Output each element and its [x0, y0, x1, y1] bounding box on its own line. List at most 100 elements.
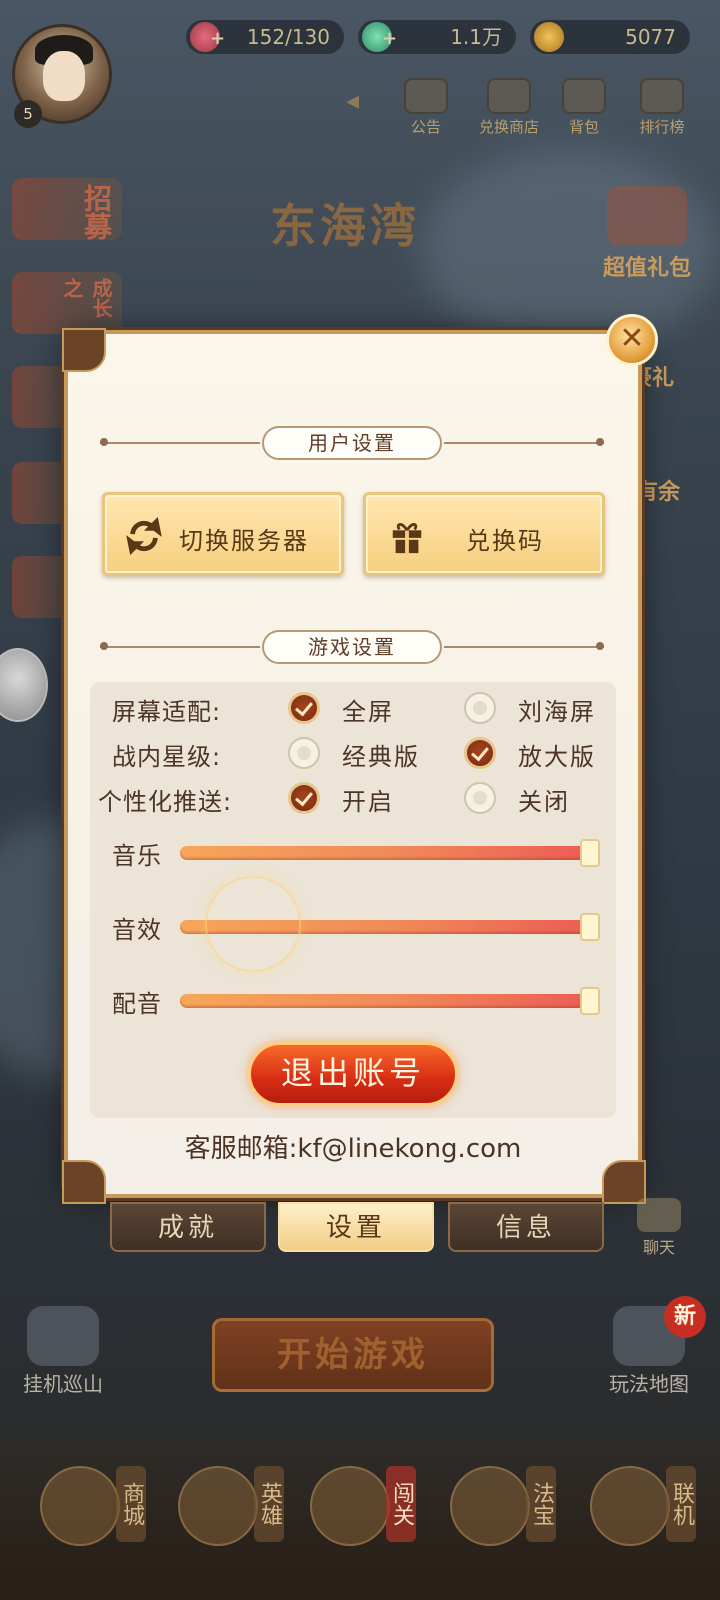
topnav-notice[interactable]: 公告 — [394, 78, 458, 137]
tab-settings[interactable]: 设置 — [278, 1202, 434, 1252]
sfx-label: 音效 — [112, 916, 162, 944]
topnav-label: 公告 — [410, 118, 441, 136]
surplus-label: 有余 — [636, 480, 681, 505]
growth-label: 成长之 — [60, 278, 113, 318]
music-slider[interactable] — [180, 839, 600, 867]
push-off-checkbox[interactable] — [464, 782, 496, 814]
new-badge: 新 — [664, 1296, 706, 1338]
topnav-ranking[interactable]: 排行榜 — [630, 78, 694, 137]
multiplayer-icon — [590, 1466, 670, 1546]
classic-version-label: 经典版 — [342, 743, 420, 771]
ranking-icon — [640, 78, 684, 114]
divider-dot — [596, 438, 604, 446]
topnav-backpack[interactable]: 背包 — [552, 78, 616, 137]
user-settings-header: 用户设置 — [100, 426, 604, 460]
value-pack-button[interactable]: 超值礼包 — [592, 186, 702, 282]
hero-icon — [178, 1466, 258, 1546]
stamina-value: 152/130 — [246, 25, 330, 49]
fullscreen-checkbox[interactable] — [288, 692, 320, 724]
growth-button[interactable]: 成长之 — [12, 272, 122, 334]
nav-heroes[interactable]: 英雄 — [168, 1460, 288, 1560]
divider — [444, 646, 604, 648]
panel-corner-ornament — [62, 1160, 106, 1204]
gameplay-map-label: 玩法地图 — [609, 1372, 689, 1396]
backpack-icon — [562, 78, 606, 114]
switch-server-button[interactable]: 切换服务器 — [102, 492, 344, 576]
recruit-button[interactable]: 招募 — [12, 178, 122, 240]
enlarged-version-checkbox[interactable] — [464, 737, 496, 769]
chat-button[interactable]: 聊天 — [622, 1198, 696, 1258]
side-menu-item[interactable] — [12, 462, 72, 524]
redeem-code-label: 兑换码 — [466, 527, 544, 555]
side-menu-item[interactable] — [12, 556, 72, 618]
nav-label: 英雄 — [254, 1466, 284, 1542]
music-slider-handle[interactable] — [580, 839, 600, 867]
notch-screen-label: 刘海屏 — [518, 698, 596, 726]
notice-board-icon — [404, 78, 448, 114]
divider — [444, 442, 604, 444]
recruit-label: 招募 — [80, 184, 113, 240]
gift-chest-icon — [607, 186, 687, 246]
sfx-slider-handle[interactable] — [580, 913, 600, 941]
nav-multiplayer[interactable]: 联机 — [580, 1460, 700, 1560]
tab-achievements[interactable]: 成就 — [110, 1202, 266, 1252]
voice-slider[interactable] — [180, 987, 600, 1015]
chat-bubble-icon — [637, 1198, 681, 1232]
value-pack-label: 超值礼包 — [602, 256, 691, 281]
avatar-face-shape — [43, 51, 85, 101]
idle-patrol-icon — [27, 1306, 99, 1366]
battle-star-label: 战内星级: — [112, 743, 222, 771]
topnav-label: 排行榜 — [639, 118, 685, 136]
divider — [100, 646, 260, 648]
topnav-label: 兑换商店 — [478, 118, 539, 136]
nav-label: 联机 — [666, 1466, 696, 1542]
add-stamina-icon: + — [210, 28, 226, 49]
redeem-code-button[interactable]: 兑换码 — [363, 492, 605, 576]
surplus-button[interactable]: 有余 — [636, 474, 706, 506]
gem-counter[interactable]: + 1.1万 — [358, 20, 516, 54]
idle-patrol-button[interactable]: 挂机巡山 — [8, 1306, 118, 1397]
coin-icon — [534, 22, 564, 52]
classic-version-checkbox[interactable] — [288, 737, 320, 769]
divider-dot — [596, 642, 604, 650]
gift-icon — [392, 523, 422, 554]
nav-treasures[interactable]: 法宝 — [440, 1460, 560, 1560]
screen-fit-label: 屏幕适配: — [112, 698, 222, 726]
music-label: 音乐 — [112, 842, 162, 870]
fullscreen-label: 全屏 — [342, 698, 394, 726]
nav-shop[interactable]: 商城 — [30, 1460, 150, 1560]
nav-label: 闯关 — [386, 1466, 416, 1542]
treasure-icon — [450, 1466, 530, 1546]
push-on-checkbox[interactable] — [288, 782, 320, 814]
divider-dot — [100, 438, 108, 446]
side-menu-item[interactable] — [12, 366, 72, 428]
coin-value: 5077 — [625, 25, 676, 49]
shop-icon — [40, 1466, 120, 1546]
panel-corner-ornament — [62, 328, 106, 372]
voice-slider-handle[interactable] — [580, 987, 600, 1015]
topnav-exchange-shop[interactable]: 兑换商店 — [474, 78, 544, 137]
coin-counter[interactable]: 5077 — [530, 20, 690, 54]
nav-label: 商城 — [116, 1466, 146, 1542]
topnav-label: 背包 — [568, 118, 599, 136]
switch-server-label: 切换服务器 — [179, 527, 309, 555]
add-gem-icon: + — [382, 28, 398, 49]
divider-dot — [100, 642, 108, 650]
push-notification-label: 个性化推送: — [98, 788, 233, 816]
close-button[interactable]: ✕ — [606, 314, 658, 366]
player-level-badge: 5 — [14, 100, 42, 128]
logout-button[interactable]: 退出账号 — [248, 1042, 458, 1106]
tab-info[interactable]: 信息 — [448, 1202, 604, 1252]
voice-label: 配音 — [112, 990, 162, 1018]
nav-stages[interactable]: 闯关 — [300, 1460, 420, 1560]
nav-label: 法宝 — [526, 1466, 556, 1542]
collapse-arrow-icon[interactable]: ◂ — [346, 86, 359, 116]
user-settings-title: 用户设置 — [262, 426, 442, 460]
notch-screen-checkbox[interactable] — [464, 692, 496, 724]
enlarged-version-label: 放大版 — [518, 743, 596, 771]
game-settings-header: 游戏设置 — [100, 630, 604, 664]
idle-patrol-label: 挂机巡山 — [23, 1372, 103, 1396]
floating-assistant-icon[interactable] — [0, 648, 48, 722]
start-game-button[interactable]: 开始游戏 — [212, 1318, 494, 1392]
stamina-counter[interactable]: + 152/130 — [186, 20, 344, 54]
